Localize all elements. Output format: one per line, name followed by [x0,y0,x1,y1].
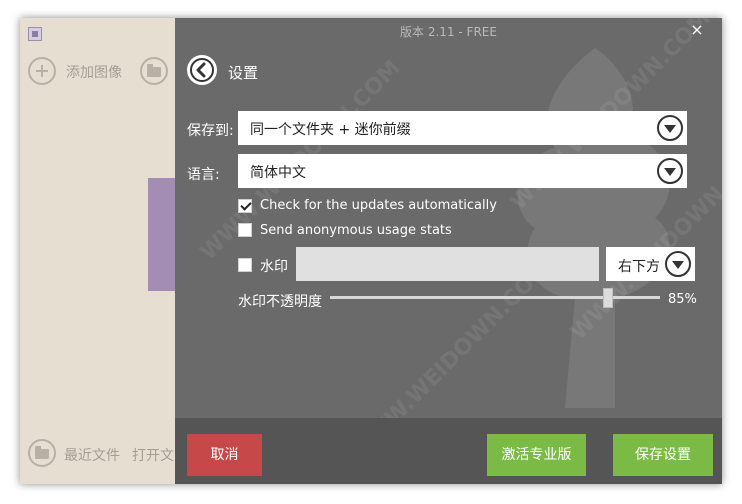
opacity-slider-thumb[interactable] [603,288,613,308]
chevron-down-icon[interactable] [657,115,683,141]
watermark-checkbox[interactable] [238,258,252,272]
recent-files-label[interactable]: 最近文件 [64,445,120,465]
settings-panel: WWW.WEIDOWN.COM WWW.WEIDOWN.COM WWW.WEID… [175,18,722,484]
opacity-label: 水印不透明度 [238,294,322,310]
add-icon[interactable] [28,57,56,85]
page-title: 设置 [228,64,259,82]
save-to-select[interactable]: 同一个文件夹 + 迷你前缀 [238,111,687,145]
chevron-down-icon[interactable] [657,158,683,184]
save-settings-button[interactable]: 保存设置 [613,434,713,476]
watermark-position-value: 右下方 [618,259,660,275]
window-title: 版本 2.11 - FREE [400,25,497,39]
folder-icon[interactable] [140,57,168,85]
language-select[interactable]: 简体中文 [238,154,687,188]
language-label: 语言: [187,167,220,183]
language-value: 简体中文 [250,165,306,181]
image-thumbnail [148,178,178,291]
watermark-text-input[interactable] [296,247,599,281]
watermark-position-select[interactable]: 右下方 [606,247,695,281]
save-to-value: 同一个文件夹 + 迷你前缀 [250,122,411,138]
dialog-footer: 取消 激活专业版 保存设置 [175,418,722,484]
app-logo-icon [28,27,42,41]
anonymous-stats-label[interactable]: Send anonymous usage stats [260,223,452,238]
close-icon[interactable]: × [687,20,707,40]
add-image-label[interactable]: 添加图像 [66,62,122,82]
chevron-down-icon[interactable] [665,251,691,277]
check-updates-checkbox[interactable] [238,199,252,213]
opacity-value: 85% [668,292,697,307]
check-updates-label[interactable]: Check for the updates automatically [260,198,497,213]
anonymous-stats-checkbox[interactable] [238,223,252,237]
recent-folder-icon[interactable] [28,439,56,467]
cancel-button[interactable]: 取消 [187,434,262,476]
activate-pro-button[interactable]: 激活专业版 [487,434,586,476]
app-window: 添加图像 最近文件 打开文 WWW.WEIDOWN.COM WWW.WEIDOW… [20,18,722,484]
save-to-label: 保存到: [187,123,234,139]
back-arrow-icon[interactable] [187,55,217,85]
open-file-label[interactable]: 打开文 [132,445,174,465]
watermark-label[interactable]: 水印 [260,256,288,276]
